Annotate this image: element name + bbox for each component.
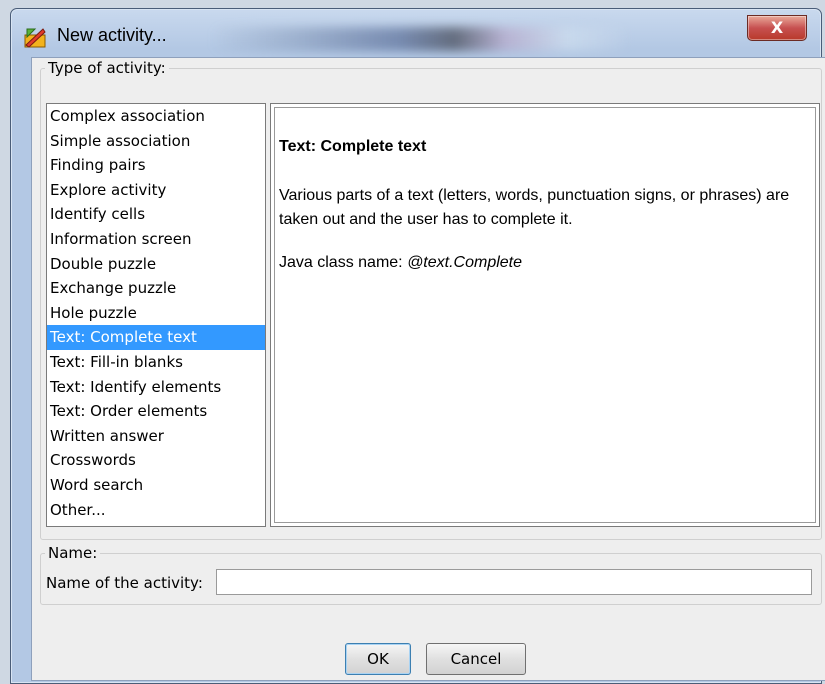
name-legend: Name:: [45, 544, 101, 562]
app-icon: [24, 28, 46, 48]
dialog-client-area: Type of activity: Complex association Sim…: [31, 57, 825, 681]
activity-type-item[interactable]: Finding pairs: [47, 153, 265, 178]
description-title: Text: Complete text: [279, 138, 427, 155]
activity-type-item[interactable]: Text: Complete text: [47, 325, 265, 350]
activity-type-item[interactable]: Identify cells: [47, 202, 265, 227]
java-class-label: Java class name:: [279, 254, 408, 271]
activity-type-item[interactable]: Exchange puzzle: [47, 276, 265, 301]
activity-type-item[interactable]: Information screen: [47, 227, 265, 252]
dialog-window: New activity... X Type of activity: Comp…: [10, 8, 825, 684]
title-bar[interactable]: New activity... X: [11, 9, 821, 57]
ok-button[interactable]: OK: [345, 643, 411, 675]
activity-type-item[interactable]: Other...: [47, 498, 265, 523]
close-button[interactable]: X: [747, 15, 807, 41]
activity-type-item[interactable]: Simple association: [47, 129, 265, 154]
activity-type-group: Type of activity: Complex association Sim…: [40, 59, 822, 540]
activity-type-item[interactable]: Complex association: [47, 104, 265, 129]
activity-type-item[interactable]: Word search: [47, 473, 265, 498]
activity-type-item[interactable]: Written answer: [47, 424, 265, 449]
cancel-button[interactable]: Cancel: [426, 643, 526, 675]
name-group: Name: Name of the activity:: [40, 544, 822, 605]
activity-type-item[interactable]: Text: Order elements: [47, 399, 265, 424]
description-text: Various parts of a text (letters, words,…: [279, 187, 790, 228]
description-border: [274, 107, 816, 523]
activity-type-item[interactable]: Text: Fill-in blanks: [47, 350, 265, 375]
activity-type-legend: Type of activity:: [45, 59, 169, 77]
activity-name-input[interactable]: [216, 569, 812, 595]
window-title: New activity...: [57, 25, 167, 45]
activity-type-list[interactable]: Complex association Simple association Fin…: [46, 103, 266, 527]
blurred-background-taskbar: [211, 27, 631, 51]
activity-description-panel: Text: Complete text Various parts of a t…: [270, 103, 820, 527]
activity-type-item[interactable]: Double puzzle: [47, 252, 265, 277]
activity-type-item[interactable]: Crosswords: [47, 448, 265, 473]
java-class-line: Java class name: @text.Complete: [279, 254, 522, 272]
java-class-name: @text.Complete: [407, 254, 523, 271]
activity-name-label: Name of the activity:: [46, 574, 203, 592]
activity-type-item[interactable]: Text: Identify elements: [47, 375, 265, 400]
activity-type-item[interactable]: Explore activity: [47, 178, 265, 203]
activity-type-item[interactable]: Hole puzzle: [47, 301, 265, 326]
